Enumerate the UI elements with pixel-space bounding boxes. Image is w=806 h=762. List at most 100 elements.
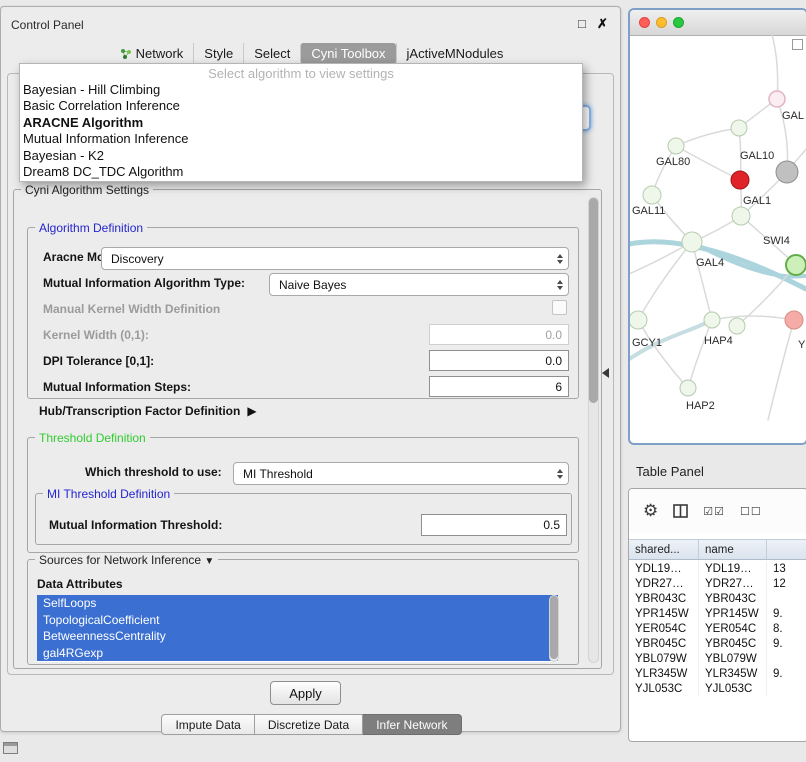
aracne-mode-select[interactable]: Discovery — [101, 247, 569, 270]
manual-kernel-checkbox[interactable] — [552, 300, 567, 315]
close-window-icon[interactable]: ✗ — [597, 17, 608, 31]
node-label: GAL11 — [632, 205, 665, 217]
algorithm-option[interactable]: ARACNE Algorithm — [20, 115, 582, 131]
table-row[interactable]: YLR345WYLR345W9. — [629, 666, 806, 681]
table-row[interactable]: YER054CYER054C8. — [629, 621, 806, 636]
network-view-window: GALGAL80GAL10GAL11GAL1SWI4GAL4GCY1HAP4HA… — [628, 8, 806, 445]
column-header[interactable] — [767, 540, 806, 559]
network-canvas[interactable]: GALGAL80GAL10GAL11GAL1SWI4GAL4GCY1HAP4HA… — [630, 35, 806, 445]
column-header[interactable]: shared... — [629, 540, 699, 559]
node-label: HAP4 — [704, 335, 733, 347]
node-gray[interactable] — [776, 161, 798, 183]
table-row[interactable]: YBL079WYBL079W — [629, 651, 806, 666]
zoom-traffic-light-icon[interactable] — [673, 17, 684, 28]
bottom-tab-impute-data[interactable]: Impute Data — [161, 714, 254, 735]
close-traffic-light-icon[interactable] — [639, 17, 650, 28]
node-label: GAL10 — [740, 150, 774, 162]
data-attribute-item[interactable]: gal4RGexp — [37, 645, 558, 662]
node-hap4[interactable] — [704, 312, 720, 328]
algorithm-option[interactable]: Mutual Information Inference — [20, 131, 582, 147]
node-label: GAL80 — [656, 156, 690, 168]
split-collapse-left-icon[interactable] — [602, 368, 609, 378]
table-row[interactable]: YDL19…YDL19…13 — [629, 561, 806, 576]
dpi-tolerance-field[interactable]: 0.0 — [429, 350, 569, 371]
gear-icon[interactable]: ⚙ — [643, 501, 658, 521]
tab-jactivemnodules[interactable]: jActiveMNodules — [396, 43, 514, 64]
mi-type-select[interactable]: Naive Bayes — [269, 273, 569, 296]
node-plain-1[interactable] — [731, 120, 747, 136]
minimize-traffic-light-icon[interactable] — [656, 17, 667, 28]
algorithm-option[interactable]: Bayesian - K2 — [20, 148, 582, 164]
table-cell — [767, 681, 806, 696]
settings-scrollbar-thumb[interactable] — [589, 198, 598, 403]
node-pink[interactable] — [769, 91, 785, 107]
restore-window-icon[interactable]: □ — [578, 17, 586, 31]
which-threshold-label: Which threshold to use: — [85, 465, 222, 479]
column-header[interactable]: name — [699, 540, 767, 559]
docked-panel-icon[interactable] — [3, 742, 18, 754]
table-cell: YJL053C — [699, 681, 767, 696]
table-row[interactable]: YJL053CYJL053C — [629, 681, 806, 696]
data-attribute-item[interactable]: SelfLoops — [37, 595, 558, 612]
dropdown-placeholder: Select algorithm to view settings — [20, 65, 582, 82]
table-cell: YBR043C — [699, 591, 767, 606]
tab-cyni-toolbox[interactable]: Cyni Toolbox — [300, 43, 395, 64]
node-gal1[interactable] — [732, 207, 750, 225]
tab-style[interactable]: Style — [193, 43, 243, 64]
hub-definition-toggle[interactable]: Hub/Transcription Factor Definition ▶ — [39, 404, 257, 418]
table-cell: YER054C — [629, 621, 699, 636]
attributes-scrollbar-thumb[interactable] — [550, 596, 558, 659]
table-body: YDL19…YDL19…13YDR27…YDR27…12YBR043CYBR04… — [629, 561, 806, 696]
table-row[interactable]: YPR145WYPR145W9. — [629, 606, 806, 621]
bottom-tab-infer-network[interactable]: Infer Network — [363, 714, 461, 735]
node-red[interactable] — [731, 171, 749, 189]
node-gal4[interactable] — [682, 232, 702, 252]
which-threshold-select[interactable]: MI Threshold — [233, 462, 569, 485]
table-cell: YDL19… — [629, 561, 699, 576]
node-hap2[interactable] — [680, 380, 696, 396]
algorithm-option[interactable]: Basic Correlation Inference — [20, 98, 582, 114]
sources-legend-label: Sources for Network Inference — [39, 553, 201, 567]
table-row[interactable]: YBR045CYBR045C9. — [629, 636, 806, 651]
table-panel-window: ⚙ ☑☑ ☐☐ shared...name YDL19…YDL19…13YDR2… — [628, 488, 806, 742]
table-cell: YLR345W — [629, 666, 699, 681]
network-edge — [692, 242, 712, 320]
node-gal11[interactable] — [643, 186, 661, 204]
data-attribute-item[interactable]: TopologicalCoefficient — [37, 612, 558, 629]
node-salmon[interactable] — [785, 311, 803, 329]
tab-label: Cyni Toolbox — [311, 46, 385, 61]
network-window-titlebar[interactable] — [630, 10, 806, 36]
table-panel-title: Table Panel — [636, 464, 704, 479]
mi-threshold-field[interactable]: 0.5 — [421, 514, 567, 536]
node-gcy1[interactable] — [630, 311, 647, 329]
manual-kernel-label: Manual Kernel Width Definition — [43, 302, 220, 316]
mi-steps-field[interactable]: 6 — [429, 376, 569, 397]
mi-threshold-legend: MI Threshold Definition — [43, 487, 174, 501]
data-attribute-item[interactable]: BetweennessCentrality — [37, 628, 558, 645]
tab-network[interactable]: Network — [110, 43, 194, 64]
table-row[interactable]: YBR043CYBR043C — [629, 591, 806, 606]
table-cell: YDR27… — [629, 576, 699, 591]
node-green-highlight[interactable] — [786, 255, 806, 275]
bottom-tab-discretize-data[interactable]: Discretize Data — [255, 714, 363, 735]
mi-type-label: Mutual Information Algorithm Type: — [43, 276, 245, 290]
desktop: Control Panel □ ✗ NetworkStyleSelectCyni… — [0, 0, 806, 762]
network-edge — [712, 316, 794, 320]
algorithm-option[interactable]: Dream8 DC_TDC Algorithm — [20, 164, 582, 180]
sources-legend-toggle[interactable]: Sources for Network Inference ▼ — [35, 553, 218, 567]
tab-select[interactable]: Select — [243, 43, 300, 64]
table-row[interactable]: YDR27…YDR27…12 — [629, 576, 806, 591]
algorithm-option[interactable]: Bayesian - Hill Climbing — [20, 82, 582, 98]
deselect-all-icon[interactable]: ☐☐ — [740, 505, 762, 518]
table-cell: YER054C — [699, 621, 767, 636]
select-all-icon[interactable]: ☑☑ — [703, 505, 725, 518]
node-plain-2[interactable] — [729, 318, 745, 334]
node-gal80[interactable] — [668, 138, 684, 154]
combo-arrows-icon — [557, 469, 563, 479]
table-cell: YJL053C — [629, 681, 699, 696]
columns-icon[interactable] — [673, 504, 688, 518]
kernel-width-field[interactable]: 0.0 — [429, 324, 569, 345]
overview-toggle-box[interactable] — [792, 39, 803, 50]
table-cell: 12 — [767, 576, 806, 591]
apply-button[interactable]: Apply — [270, 681, 341, 705]
